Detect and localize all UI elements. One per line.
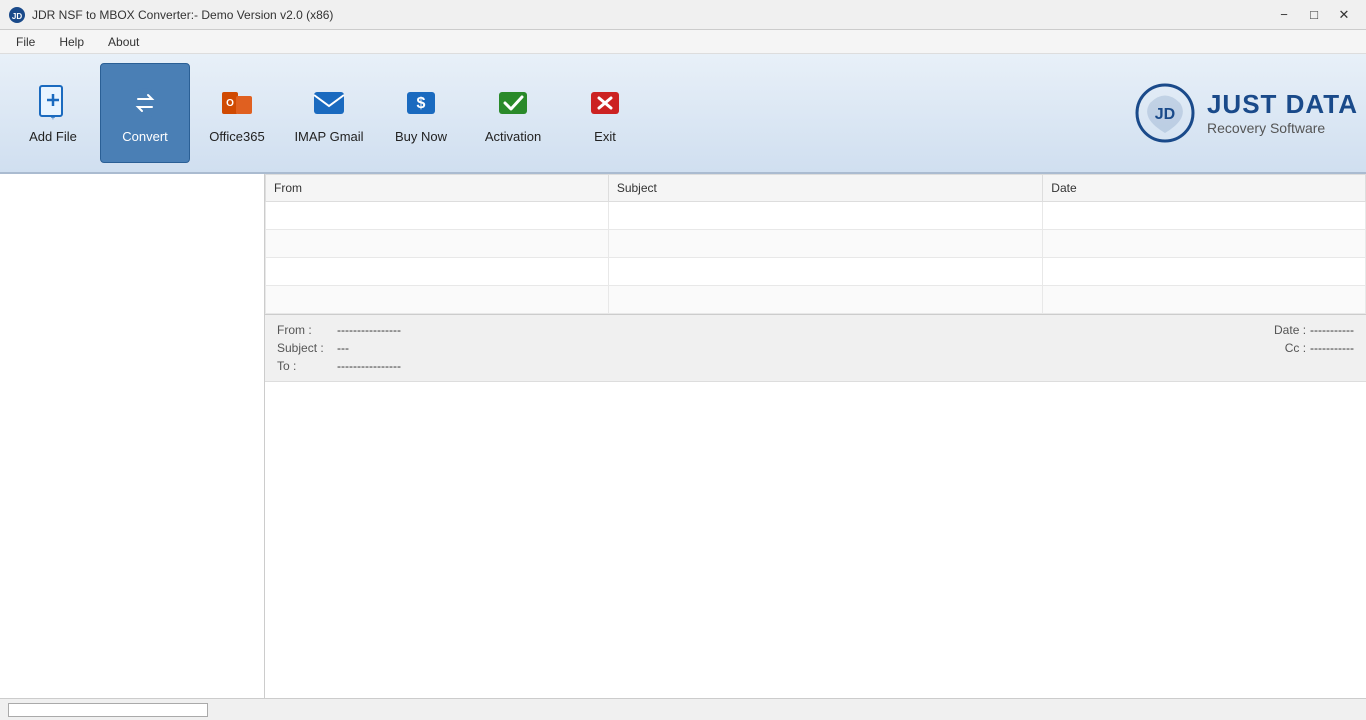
cell-subject [608,202,1042,230]
activation-icon [493,83,533,123]
activation-button[interactable]: Activation [468,63,558,163]
email-meta: From : ---------------- Subject : --- To… [265,315,1366,382]
logo-icon: JD [1135,83,1195,143]
maximize-button[interactable]: □ [1300,4,1328,26]
office365-button[interactable]: O Office365 [192,63,282,163]
imap-gmail-label: IMAP Gmail [294,129,363,144]
app-title: JDR NSF to MBOX Converter:- Demo Version… [32,8,333,22]
email-table: From Subject Date [265,174,1366,314]
main-content: From Subject Date [0,174,1366,698]
logo-text: JUST DATA Recovery Software [1207,89,1358,137]
add-file-button[interactable]: + Add File [8,63,98,163]
window-controls: − □ ✕ [1270,4,1358,26]
buy-now-label: Buy Now [395,129,447,144]
col-date: Date [1043,175,1366,202]
date-value: ----------- [1310,323,1354,337]
menu-help[interactable]: Help [47,33,96,51]
logo-area: JD JUST DATA Recovery Software [1135,83,1358,143]
exit-button[interactable]: Exit [560,63,650,163]
office365-label: Office365 [209,129,264,144]
subject-label: Subject : [277,341,337,355]
minimize-button[interactable]: − [1270,4,1298,26]
col-subject: Subject [608,175,1042,202]
to-row: To : ---------------- [277,357,401,375]
subject-row: Subject : --- [277,339,401,357]
from-value: ---------------- [337,323,401,337]
title-bar-left: JD JDR NSF to MBOX Converter:- Demo Vers… [8,6,333,24]
cell-subject [608,230,1042,258]
table-row[interactable] [266,230,1366,258]
cell-subject [608,258,1042,286]
cell-from [266,286,609,314]
cell-from [266,202,609,230]
app-logo-icon: JD [8,6,26,24]
add-file-icon: + [33,83,73,123]
status-bar [0,698,1366,720]
progress-bar [8,703,208,717]
exit-icon [585,83,625,123]
svg-text:JD: JD [1155,106,1175,123]
email-preview: From : ---------------- Subject : --- To… [265,314,1366,698]
svg-text:+: + [51,113,56,122]
convert-button[interactable]: Convert [100,63,190,163]
exit-label: Exit [594,129,616,144]
table-row[interactable] [266,202,1366,230]
cell-from [266,230,609,258]
table-row[interactable] [266,258,1366,286]
menu-file[interactable]: File [4,33,47,51]
logo-brand-name: JUST DATA [1207,89,1358,120]
menu-bar: File Help About [0,30,1366,54]
right-panel: From Subject Date [265,174,1366,698]
cell-date [1043,230,1366,258]
close-button[interactable]: ✕ [1330,4,1358,26]
imap-gmail-button[interactable]: IMAP Gmail [284,63,374,163]
buy-now-icon: $ [401,83,441,123]
buy-now-button[interactable]: $ Buy Now [376,63,466,163]
col-from: From [266,175,609,202]
date-label: Date : [1246,323,1306,337]
cc-row: Cc : ----------- [1154,339,1354,357]
date-row: Date : ----------- [1154,321,1354,339]
subject-value: --- [337,341,349,355]
to-value: ---------------- [337,359,401,373]
cell-date [1043,286,1366,314]
office365-icon: O [217,83,257,123]
svg-text:$: $ [417,95,426,112]
email-body [265,382,1366,698]
convert-icon [125,83,165,123]
from-label: From : [277,323,337,337]
cc-value: ----------- [1310,341,1354,355]
from-row: From : ---------------- [277,321,401,339]
title-bar: JD JDR NSF to MBOX Converter:- Demo Vers… [0,0,1366,30]
imap-gmail-icon [309,83,349,123]
cell-subject [608,286,1042,314]
activation-label: Activation [485,129,541,144]
svg-text:JD: JD [12,12,22,21]
svg-text:O: O [226,98,234,109]
cell-from [266,258,609,286]
to-label: To : [277,359,337,373]
table-row[interactable] [266,286,1366,314]
add-file-label: Add File [29,129,77,144]
cell-date [1043,258,1366,286]
menu-about[interactable]: About [96,33,151,51]
logo-tagline: Recovery Software [1207,120,1358,137]
toolbar: + Add File Convert O Office365 [0,54,1366,174]
left-panel [0,174,265,698]
convert-label: Convert [122,129,168,144]
cell-date [1043,202,1366,230]
cc-label: Cc : [1246,341,1306,355]
